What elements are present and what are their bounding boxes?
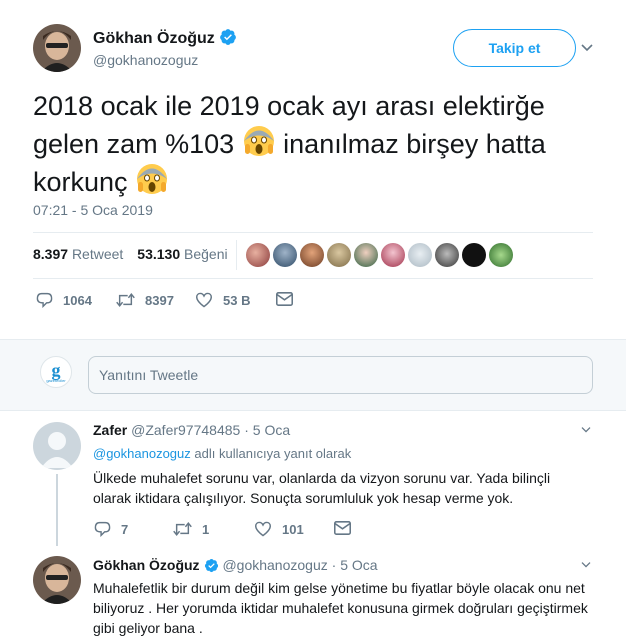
thread-line bbox=[56, 474, 58, 546]
liker-avatar[interactable] bbox=[273, 243, 297, 267]
reply-2-text-line-3: gibi geliyor bana . bbox=[93, 620, 203, 636]
retweet-stat[interactable]: 8.397 Retweet bbox=[33, 246, 123, 262]
reply-1-chevron-down-icon[interactable] bbox=[580, 426, 592, 434]
reply-1-dm-action[interactable] bbox=[334, 521, 351, 535]
reply-icon bbox=[36, 292, 53, 308]
composer-avatar-logo: g bbox=[51, 359, 61, 380]
liker-avatar[interactable] bbox=[381, 243, 405, 267]
dm-action[interactable] bbox=[276, 292, 293, 306]
follow-button[interactable]: Takip et bbox=[453, 29, 576, 67]
reply-2-dot: · bbox=[331, 557, 337, 573]
reply-2-handle[interactable]: @gokhanozoguz bbox=[222, 557, 327, 573]
reply-icon bbox=[94, 521, 111, 537]
tweet-text-line-2b: inanılmaz birşey hatta bbox=[283, 129, 546, 159]
liker-avatar[interactable] bbox=[327, 243, 351, 267]
liker-avatar[interactable] bbox=[462, 243, 486, 267]
reply-1-replying-to-link[interactable]: @gokhanozoguz bbox=[93, 446, 191, 461]
reply-1-like-count: 101 bbox=[282, 521, 304, 537]
reply-2-avatar[interactable] bbox=[33, 556, 81, 604]
reply-2-chevron-down-icon[interactable] bbox=[580, 561, 592, 569]
retweet-stat-label: Retweet bbox=[71, 246, 124, 262]
author-handle[interactable]: @gokhanozoguz bbox=[93, 52, 198, 68]
reply-1-retweet-action[interactable]: 1 bbox=[173, 521, 209, 537]
reply-1-header: Zafer @Zafer97748485 · 5 Oca bbox=[93, 422, 290, 438]
stats-divider-top bbox=[33, 232, 593, 233]
reply-2-time[interactable]: 5 Oca bbox=[340, 557, 377, 573]
verified-badge-icon bbox=[219, 28, 237, 46]
tweet-timestamp[interactable]: 07:21 - 5 Oca 2019 bbox=[33, 202, 153, 218]
reply-input[interactable]: Yanıtını Tweetle bbox=[88, 356, 593, 394]
reply-1-text-line-2: olarak iktidara çalışılıyor. Sonuçta sor… bbox=[93, 490, 514, 506]
reply-1-like-action[interactable]: 101 bbox=[254, 521, 304, 537]
liker-avatar[interactable] bbox=[246, 243, 270, 267]
author-avatar[interactable] bbox=[33, 24, 81, 72]
tweet-text-line-1: 2018 ocak ile 2019 ocak ayı arası elekti… bbox=[33, 91, 545, 121]
chevron-down-icon[interactable] bbox=[580, 43, 594, 53]
reply-2-header: Gökhan Özoğuz @gokhanozoguz · 5 Oca bbox=[93, 557, 378, 573]
reply-1-name[interactable]: Zafer bbox=[93, 422, 127, 438]
retweet-stat-count: 8.397 bbox=[33, 246, 69, 262]
tweet-text-line-3: korkunç bbox=[33, 162, 593, 200]
reply-1-retweet-count: 1 bbox=[202, 521, 210, 537]
tweet-text-line-3-text: korkunç bbox=[33, 167, 128, 197]
reply-1-dot: · bbox=[244, 422, 249, 438]
author-name-row[interactable]: Gökhan Özoğuz bbox=[93, 28, 237, 48]
tweet-text-line-2a: gelen zam %103 bbox=[33, 129, 235, 159]
tweet-text: 2018 ocak ile 2019 ocak ayı arası elekti… bbox=[33, 88, 593, 200]
reply-1-time[interactable]: 5 Oca bbox=[253, 422, 290, 438]
like-action[interactable]: 53 B bbox=[195, 292, 250, 308]
reply-1-handle[interactable]: @Zafer97748485 bbox=[131, 422, 240, 438]
reply-1-context: @gokhanozoguz adlı kullanıcıya yanıt ola… bbox=[93, 446, 351, 461]
reply-1-text: Ülkede muhalefet sorunu var, olanlarda d… bbox=[93, 468, 598, 508]
reply-1-replying-to-suffix: adlı kullanıcıya yanıt olarak bbox=[194, 446, 352, 461]
liker-avatars[interactable] bbox=[246, 243, 513, 267]
retweet-count: 8397 bbox=[145, 292, 174, 308]
reply-2-name[interactable]: Gökhan Özoğuz bbox=[93, 557, 200, 573]
stats-row: 8.397 Retweet 53.130 Beğeni bbox=[33, 246, 228, 262]
like-stat[interactable]: 53.130 Beğeni bbox=[137, 246, 227, 262]
liker-avatar[interactable] bbox=[300, 243, 324, 267]
reply-action[interactable]: 1064 bbox=[36, 292, 92, 308]
reply-1-reply-action[interactable]: 7 bbox=[94, 521, 128, 537]
reply-2-text-line-1: Muhalefetlik bir durum değil kim gelse y… bbox=[93, 580, 585, 596]
like-stat-label: Beğeni bbox=[184, 246, 228, 262]
reply-1-reply-count: 7 bbox=[121, 521, 129, 537]
reply-1-text-line-1: Ülkede muhalefet sorunu var, olanlarda d… bbox=[93, 470, 551, 486]
reply-count: 1064 bbox=[63, 292, 92, 308]
face-screaming-in-fear-icon bbox=[135, 162, 169, 196]
face-screaming-in-fear-icon bbox=[242, 124, 276, 158]
reply-avatar-default[interactable] bbox=[33, 422, 81, 470]
stats-divider-bottom bbox=[33, 278, 593, 279]
verified-badge-icon bbox=[204, 558, 219, 573]
liker-avatar[interactable] bbox=[489, 243, 513, 267]
retweet-icon bbox=[116, 292, 135, 308]
like-stat-count: 53.130 bbox=[137, 246, 181, 262]
tweet-text-line-2: gelen zam %103 inanılmaz birşey hatta bbox=[33, 124, 593, 162]
reply-2-text-line-2: biliyoruz . Her yorumda iktidar muhalefe… bbox=[93, 600, 588, 616]
reply-input-placeholder: Yanıtını Tweetle bbox=[99, 367, 199, 383]
envelope-icon bbox=[276, 292, 293, 306]
retweet-action[interactable]: 8397 bbox=[116, 292, 174, 308]
heart-icon bbox=[195, 292, 213, 308]
liker-avatar[interactable] bbox=[435, 243, 459, 267]
liker-avatar[interactable] bbox=[354, 243, 378, 267]
reply-2-text: Muhalefetlik bir durum değil kim gelse y… bbox=[93, 578, 608, 638]
retweet-icon bbox=[173, 521, 192, 537]
like-count: 53 B bbox=[223, 292, 251, 308]
envelope-icon bbox=[334, 521, 351, 535]
liker-avatar[interactable] bbox=[408, 243, 432, 267]
author-name[interactable]: Gökhan Özoğuz bbox=[93, 30, 215, 47]
stats-separator bbox=[236, 240, 237, 270]
composer-avatar-subtext: gazeteciler bbox=[46, 377, 66, 383]
heart-icon bbox=[254, 521, 272, 537]
composer-avatar[interactable]: g gazeteciler bbox=[40, 356, 72, 388]
